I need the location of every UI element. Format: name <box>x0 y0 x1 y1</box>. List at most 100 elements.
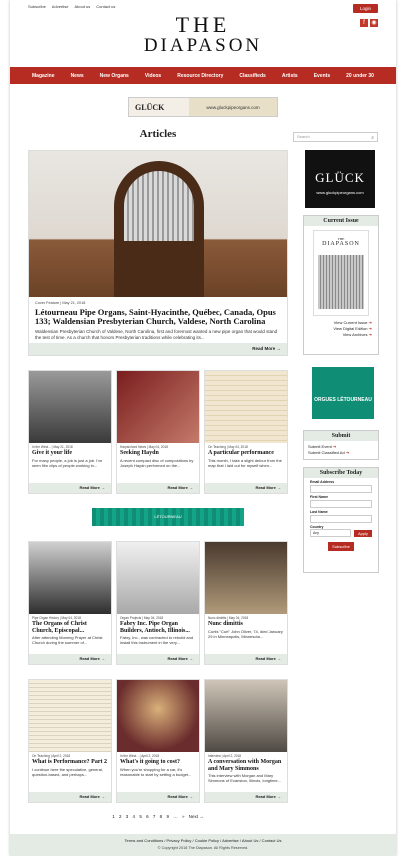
ad-brand: GLÜCK <box>135 102 165 112</box>
about-link[interactable]: About us <box>74 4 90 9</box>
gluck-side-ad[interactable]: GLÜCK www.gluckpipeorgans.com <box>305 150 375 208</box>
read-more-link[interactable]: Read More → <box>205 654 287 664</box>
article-image[interactable] <box>205 371 287 443</box>
first-name-label: First Name <box>310 495 329 499</box>
letourneau-banner-ad[interactable]: LÉTOURNEAU <box>92 508 244 526</box>
article-title[interactable]: Seeking Haydn <box>117 449 199 457</box>
nav-20-under-30[interactable]: 20 under 30 <box>346 73 374 79</box>
first-name-field[interactable] <box>310 500 372 508</box>
site-logo[interactable]: THE DIAPASON <box>10 12 396 56</box>
cover-image <box>318 255 364 309</box>
article-image[interactable] <box>117 680 199 752</box>
article-excerpt: A recent compact disc of compositions by… <box>120 457 194 468</box>
page-2[interactable]: 2 <box>119 814 122 819</box>
article-title[interactable]: What's it going to cost? <box>117 758 199 766</box>
letourneau-side-ad[interactable]: ORGUES LÉTOURNEAU <box>312 367 374 419</box>
subscribe-panel: Subscribe Today Email Address First Name… <box>303 467 379 573</box>
article-card[interactable]: On Teaching | May 04, 2018 A particular … <box>204 370 288 494</box>
read-more-link[interactable]: Read More → <box>29 483 111 493</box>
nav-artists[interactable]: Artists <box>282 73 298 79</box>
article-image[interactable] <box>117 542 199 614</box>
subscribe-button[interactable]: Subscribe <box>328 542 354 551</box>
nav-videos[interactable]: Videos <box>145 73 161 79</box>
article-card[interactable]: In the Wind... | May 21, 2018 Give it yo… <box>28 370 112 494</box>
logo-line1: THE <box>175 12 231 37</box>
article-image[interactable] <box>205 680 287 752</box>
main-nav: Magazine News New Organs Videos Resource… <box>10 67 396 84</box>
feature-image[interactable] <box>29 151 287 297</box>
article-card[interactable]: Nunc dimittis | May 04, 2018 Nunc dimitt… <box>204 541 288 665</box>
page-1[interactable]: 1 <box>112 814 115 819</box>
page-3[interactable]: 3 <box>126 814 129 819</box>
article-image[interactable] <box>205 542 287 614</box>
article-image[interactable] <box>29 371 111 443</box>
article-card[interactable]: In the Wind... | April 2, 2018 What's it… <box>116 679 200 803</box>
article-card[interactable]: Organ Projects | May 04, 2018 Fabry Inc.… <box>116 541 200 665</box>
read-more-link[interactable]: Read More → <box>29 654 111 664</box>
page-8[interactable]: 8 <box>160 814 163 819</box>
article-title[interactable]: Fabry Inc. Pipe Organ Builders, Antioch,… <box>117 620 199 634</box>
article-card[interactable]: On Teaching | April 2, 2018 What is Perf… <box>28 679 112 803</box>
articles-heading: Articles <box>139 128 177 140</box>
page-7[interactable]: 7 <box>153 814 156 819</box>
last-page-button[interactable]: » <box>182 814 185 819</box>
ad-url: www.gluckpipeorgans.com <box>189 98 277 116</box>
submit-classified-link[interactable]: Submit Classified Ad ➔ <box>308 450 374 456</box>
article-title[interactable]: Give it your life <box>29 449 111 457</box>
current-issue-cover[interactable]: THE DIAPASON <box>313 230 369 316</box>
article-card[interactable]: Harpsichord News | May 04, 2018 Seeking … <box>116 370 200 494</box>
page-5[interactable]: 5 <box>139 814 142 819</box>
login-button[interactable]: Login <box>352 4 378 13</box>
page-4[interactable]: 4 <box>133 814 136 819</box>
page-9[interactable]: 9 <box>166 814 169 819</box>
read-more-link[interactable]: Read More → <box>117 654 199 664</box>
article-card[interactable]: Interview | April 2, 2018 A conversation… <box>204 679 288 803</box>
next-page-button[interactable]: Next → <box>189 814 204 819</box>
nav-classifieds[interactable]: Classifieds <box>239 73 265 79</box>
article-image[interactable] <box>117 371 199 443</box>
article-title[interactable]: The Organs of Christ Church, Episcopal..… <box>29 620 111 634</box>
read-more-link[interactable]: Read More → <box>205 792 287 802</box>
read-more-link[interactable]: Read More → <box>205 483 287 493</box>
nav-magazine[interactable]: Magazine <box>32 73 55 79</box>
nav-resource-directory[interactable]: Resource Directory <box>177 73 223 79</box>
email-field[interactable] <box>310 485 372 493</box>
read-more-link[interactable]: Read More → <box>29 792 111 802</box>
top-links: Subscribe Advertise About us Contact us <box>28 4 115 9</box>
advertise-link[interactable]: Advertise <box>52 4 69 9</box>
view-archives-link[interactable]: View Archives ➔ <box>304 332 372 338</box>
apply-button[interactable]: Apply <box>353 529 372 537</box>
feature-meta: Cover Feature | May 21, 2018 <box>35 301 86 305</box>
arrow-right-icon: ➔ <box>368 332 372 337</box>
read-more-link[interactable]: Read More → <box>117 483 199 493</box>
submit-heading: Submit <box>304 431 378 441</box>
read-more-link[interactable]: Read More → <box>29 343 287 355</box>
feature-article[interactable]: Cover Feature | May 21, 2018 Létourneau … <box>28 150 288 356</box>
organ-pipes <box>124 171 194 241</box>
nav-news[interactable]: News <box>71 73 84 79</box>
article-title[interactable]: A particular performance <box>205 449 287 457</box>
search-icon[interactable]: ⌕ <box>371 134 374 142</box>
last-name-field[interactable] <box>310 515 372 523</box>
nav-new-organs[interactable]: New Organs <box>100 73 129 79</box>
article-excerpt: Curtis "Curt" John Oliver, 74, died Janu… <box>208 628 283 639</box>
feature-title[interactable]: Létourneau Pipe Organs, Saint-Hyacinthe,… <box>29 305 287 326</box>
article-image[interactable] <box>29 542 111 614</box>
nav-events[interactable]: Events <box>314 73 330 79</box>
feature-excerpt: Waldensian Presbyterian Church of Valdes… <box>35 329 278 340</box>
side-ad2-brand: ORGUES LÉTOURNEAU <box>314 397 372 403</box>
article-card[interactable]: Pipe Organ History | May 04, 2018 The Or… <box>28 541 112 665</box>
gluck-banner-ad[interactable]: GLÜCK www.gluckpipeorgans.com <box>128 97 278 117</box>
article-title[interactable]: A conversation with Morgan and Mary Simm… <box>205 758 287 772</box>
article-title[interactable]: Nunc dimittis <box>205 620 287 628</box>
contact-link[interactable]: Contact us <box>96 4 115 9</box>
read-more-link[interactable]: Read More → <box>117 792 199 802</box>
article-title[interactable]: What is Performance? Part 2 <box>29 758 111 766</box>
footer-copyright: © Copyright 2018 The Diapason. All Right… <box>157 846 249 850</box>
footer-links[interactable]: Terms and Conditions / Privacy Policy / … <box>10 834 396 843</box>
page-6[interactable]: 6 <box>146 814 149 819</box>
search-input[interactable]: Search ⌕ <box>293 132 378 142</box>
country-select[interactable]: Any <box>310 529 351 537</box>
subscribe-link[interactable]: Subscribe <box>28 4 46 9</box>
article-image[interactable] <box>29 680 111 752</box>
